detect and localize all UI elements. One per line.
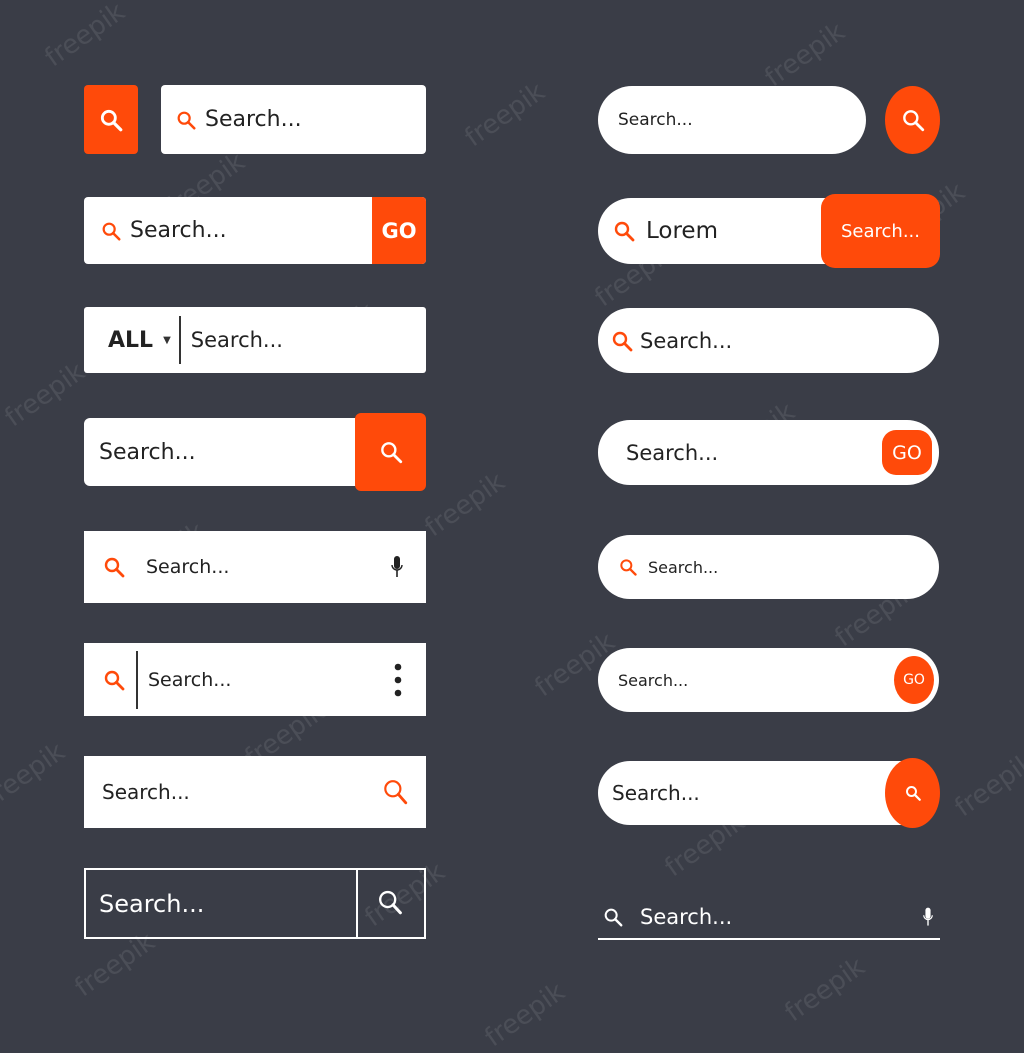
search-icon bbox=[602, 906, 624, 928]
search-button-label: Search... bbox=[840, 220, 920, 242]
search-icon bbox=[100, 220, 122, 242]
search-icon bbox=[102, 555, 126, 579]
search-input[interactable]: Search... bbox=[612, 781, 700, 805]
search-input[interactable]: Search... bbox=[205, 107, 302, 132]
search-button[interactable] bbox=[355, 413, 426, 491]
search-input[interactable]: Search... bbox=[640, 905, 732, 929]
divider bbox=[136, 650, 138, 709]
go-button[interactable]: GO bbox=[372, 197, 426, 264]
search-icon bbox=[618, 557, 638, 577]
search-icon bbox=[610, 329, 634, 353]
search-input[interactable]: Lorem bbox=[646, 218, 718, 244]
search-input[interactable]: Search... bbox=[618, 671, 688, 690]
search-submit-button[interactable]: Search... bbox=[821, 194, 940, 268]
search-icon bbox=[900, 107, 926, 133]
search-icon bbox=[904, 784, 922, 802]
search-input[interactable]: Search... bbox=[148, 669, 231, 691]
search-button[interactable] bbox=[885, 758, 940, 828]
watermark: freepik bbox=[39, 0, 131, 74]
search-icon bbox=[98, 107, 124, 133]
search-input[interactable]: Search... bbox=[626, 441, 718, 465]
watermark: freepik bbox=[419, 466, 511, 544]
microphone-icon[interactable] bbox=[390, 555, 404, 579]
divider bbox=[178, 316, 181, 364]
search-bar[interactable]: Search... bbox=[598, 896, 940, 940]
watermark: freepik bbox=[479, 976, 571, 1053]
search-bar[interactable]: Search... bbox=[161, 85, 426, 154]
search-bar[interactable]: Search... bbox=[84, 531, 426, 603]
search-bar[interactable]: Search... bbox=[598, 86, 866, 154]
search-input[interactable]: Search... bbox=[99, 440, 196, 465]
watermark: freepik bbox=[949, 746, 1024, 824]
search-bar[interactable]: Search... bbox=[598, 648, 939, 712]
search-bar[interactable]: Search... bbox=[598, 308, 939, 373]
search-input[interactable]: Search... bbox=[99, 890, 204, 918]
watermark: freepik bbox=[759, 16, 851, 94]
search-bar[interactable]: Search... bbox=[598, 535, 939, 599]
search-icon bbox=[612, 219, 636, 243]
watermark: freepik bbox=[0, 356, 91, 434]
watermark: freepik bbox=[0, 736, 71, 814]
search-input[interactable]: Search... bbox=[618, 110, 693, 130]
watermark: freepik bbox=[779, 951, 871, 1029]
divider bbox=[356, 870, 358, 937]
watermark: freepik bbox=[459, 76, 551, 154]
go-label: GO bbox=[892, 441, 922, 464]
search-button[interactable] bbox=[84, 85, 138, 154]
search-bar[interactable]: Search... bbox=[84, 643, 426, 716]
search-input[interactable]: Search... bbox=[130, 218, 227, 243]
go-label: GO bbox=[381, 218, 417, 243]
search-input[interactable]: Search... bbox=[146, 556, 229, 578]
search-bar[interactable]: Search... bbox=[84, 756, 426, 828]
search-icon bbox=[175, 109, 197, 131]
search-icon bbox=[378, 439, 404, 465]
search-icon bbox=[102, 668, 126, 692]
microphone-icon[interactable] bbox=[922, 906, 934, 928]
more-vertical-icon[interactable] bbox=[394, 663, 402, 697]
search-icon[interactable] bbox=[382, 778, 408, 806]
search-input[interactable]: Search... bbox=[191, 328, 283, 352]
search-input[interactable]: Search... bbox=[640, 329, 732, 353]
search-input[interactable]: Search... bbox=[648, 558, 718, 577]
category-dropdown[interactable]: ALL bbox=[108, 328, 153, 353]
search-icon[interactable] bbox=[376, 888, 404, 918]
search-bar[interactable]: Search... bbox=[84, 868, 426, 939]
search-button[interactable] bbox=[885, 86, 940, 154]
go-button[interactable]: GO bbox=[882, 430, 932, 475]
go-button[interactable]: GO bbox=[894, 656, 934, 704]
search-bar[interactable]: ALL ▼ Search... bbox=[84, 307, 426, 373]
go-label: GO bbox=[903, 672, 925, 688]
caret-down-icon[interactable]: ▼ bbox=[163, 335, 171, 346]
search-input[interactable]: Search... bbox=[102, 780, 190, 804]
